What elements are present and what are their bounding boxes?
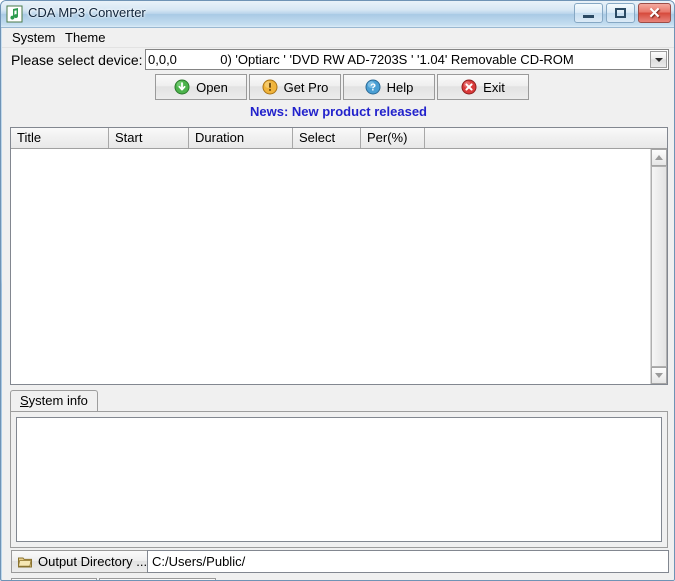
window-title: CDA MP3 Converter	[28, 5, 146, 20]
system-info-log[interactable]	[16, 417, 662, 542]
track-list-header: Title Start Duration Select Per(%)	[11, 128, 667, 149]
close-icon: ✕	[648, 4, 661, 22]
close-button[interactable]: ✕	[638, 3, 671, 23]
track-list-scrollbar[interactable]	[650, 149, 667, 384]
help-question-icon: ?	[365, 79, 381, 95]
column-header-select[interactable]: Select	[293, 128, 361, 148]
exit-button-label: Exit	[483, 79, 505, 95]
open-button-label: Open	[196, 79, 228, 95]
tab-label-rest: ystem info	[28, 393, 88, 408]
minimize-icon	[583, 14, 594, 18]
open-green-arrow-icon	[174, 79, 190, 95]
output-directory-row: Output Directory ... C:/Users/Public/	[2, 549, 674, 575]
main-toolbar: Open Get Pro ? Help Exit	[155, 74, 543, 101]
folder-icon	[17, 554, 33, 570]
menu-item-theme[interactable]: Theme	[59, 30, 111, 46]
tab-system-info[interactable]: System info	[10, 390, 98, 411]
help-button[interactable]: ? Help	[343, 74, 435, 100]
news-banner[interactable]: News: New product released	[2, 104, 674, 119]
open-button[interactable]: Open	[155, 74, 247, 100]
svg-text:?: ?	[370, 83, 376, 94]
tab-accel-letter: S	[20, 393, 29, 408]
scroll-up-icon[interactable]	[651, 149, 667, 166]
column-header-duration[interactable]: Duration	[189, 128, 293, 148]
system-info-tabstrip: System info	[10, 390, 668, 412]
action-bar: Convert Stop Process License: Free Ver:1…	[2, 575, 674, 580]
help-button-label: Help	[386, 79, 414, 95]
device-selector-row: Please select device: 0,0,0 0) 'Optiarc …	[2, 47, 674, 74]
output-path-input[interactable]: C:/Users/Public/	[147, 550, 669, 573]
music-note-icon	[6, 5, 23, 23]
get-pro-button-label: Get Pro	[283, 79, 329, 95]
title-bar: CDA MP3 Converter ✕	[1, 1, 674, 28]
device-select-value: 0,0,0 0) 'Optiarc ' 'DVD RW AD-7203S ' '…	[148, 52, 574, 67]
track-list-body[interactable]	[11, 149, 650, 384]
column-header-title[interactable]: Title	[11, 128, 109, 148]
column-header-filler	[425, 128, 667, 148]
scroll-down-icon[interactable]	[651, 367, 667, 384]
get-pro-button[interactable]: Get Pro	[249, 74, 341, 100]
exit-button[interactable]: Exit	[437, 74, 529, 100]
minimize-button[interactable]	[574, 3, 603, 23]
chevron-down-icon[interactable]	[650, 51, 667, 68]
system-info-panel	[10, 411, 668, 548]
maximize-icon	[615, 8, 626, 18]
scrollbar-thumb[interactable]	[651, 166, 667, 367]
device-select[interactable]: 0,0,0 0) 'Optiarc ' 'DVD RW AD-7203S ' '…	[145, 49, 669, 70]
menu-item-system[interactable]: System	[6, 30, 61, 46]
output-directory-button-label: Output Directory ...	[38, 554, 148, 569]
menu-bar: System Theme	[2, 28, 674, 48]
client-area: System Theme Please select device: 0,0,0…	[2, 28, 674, 580]
column-header-percent[interactable]: Per(%)	[361, 128, 425, 148]
output-directory-button[interactable]: Output Directory ...	[11, 550, 156, 573]
maximize-button[interactable]	[606, 3, 635, 23]
track-list: Title Start Duration Select Per(%)	[10, 127, 668, 385]
column-header-start[interactable]: Start	[109, 128, 189, 148]
device-label: Please select device:	[11, 52, 143, 68]
get-pro-star-icon	[262, 79, 278, 95]
exit-close-icon	[461, 79, 477, 95]
application-window: CDA MP3 Converter ✕ System Theme Please …	[0, 0, 675, 581]
